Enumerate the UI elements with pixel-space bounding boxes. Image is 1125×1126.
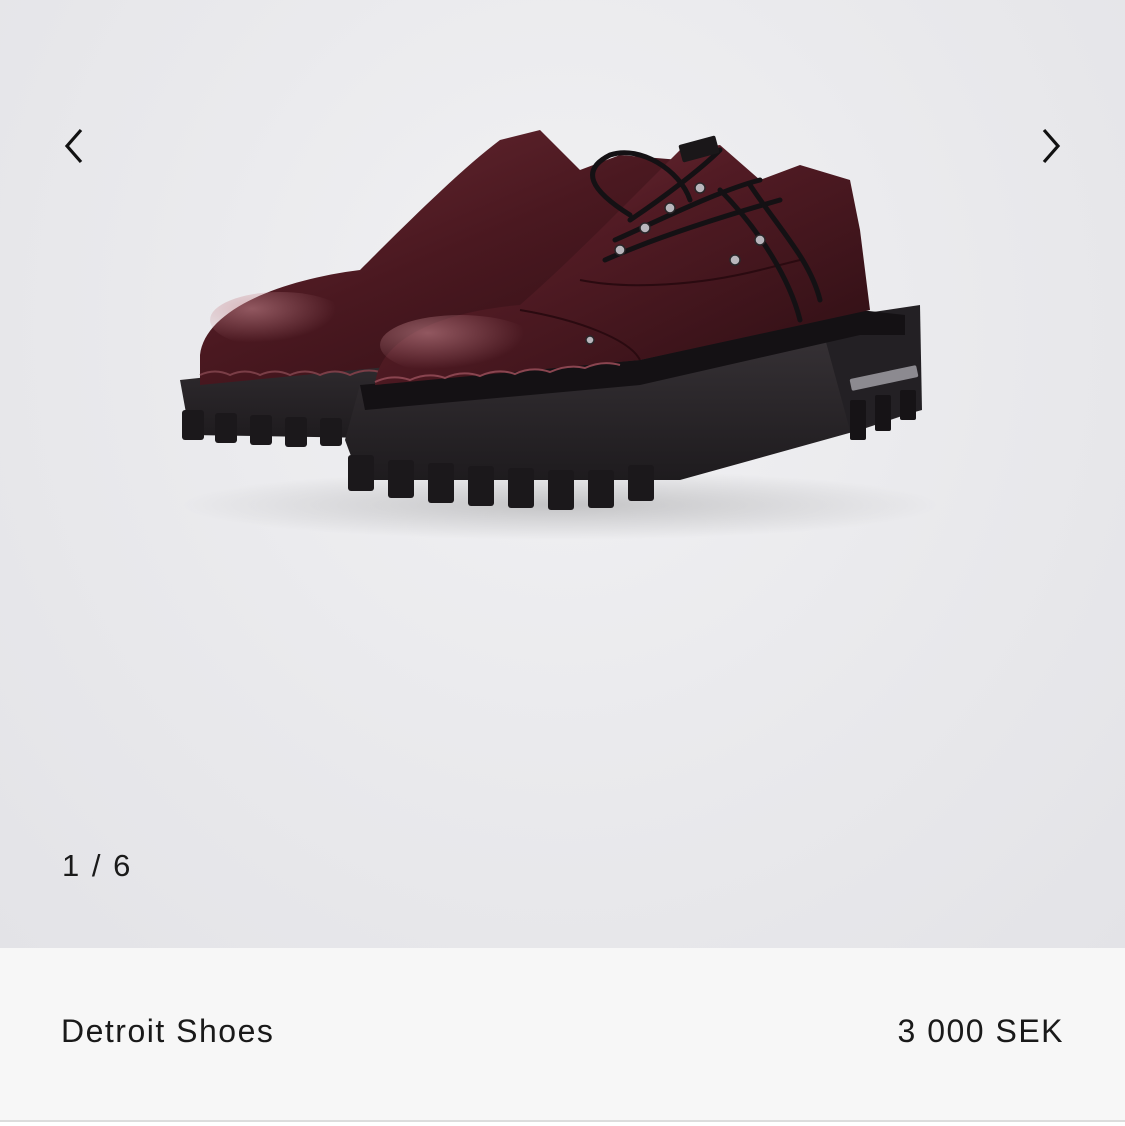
chevron-right-icon: [1042, 128, 1061, 164]
product-image: [180, 130, 940, 540]
chevron-left-icon: [64, 128, 83, 164]
product-image-gallery[interactable]: 1 / 6: [0, 0, 1125, 948]
product-price: 3 000 SEK: [897, 1013, 1064, 1049]
previous-image-button[interactable]: [46, 118, 102, 174]
image-counter: 1 / 6: [62, 848, 133, 883]
product-name: Detroit Shoes: [61, 1013, 275, 1049]
next-image-button[interactable]: [1023, 118, 1079, 174]
